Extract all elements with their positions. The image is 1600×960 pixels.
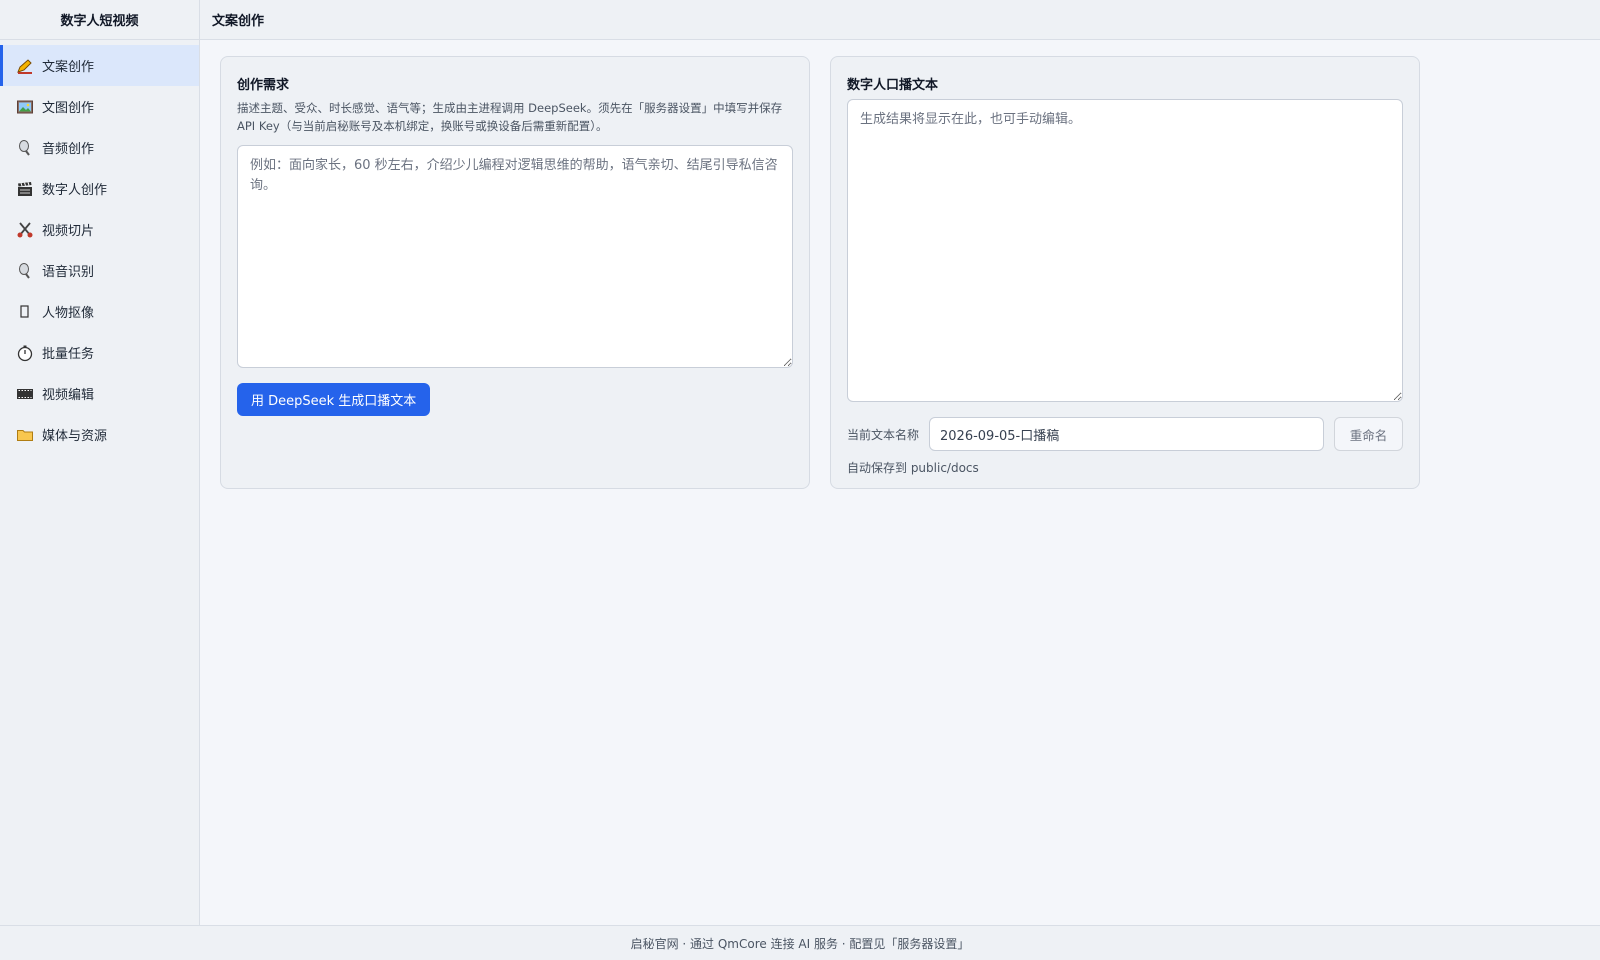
page-title: 文案创作	[200, 0, 1600, 40]
app-window: 数字人短视频 文案创作 文图创作 音频创作 数字人创作 视频切片 语音识别 人物…	[0, 0, 1600, 960]
doc-name-input[interactable]	[929, 417, 1324, 451]
sidebar-item-video-clip[interactable]: 视频切片	[0, 209, 199, 250]
sidebar-item-label: 数字人创作	[42, 183, 108, 198]
sidebar-item-video-edit[interactable]: 视频编辑	[0, 373, 199, 414]
sidebar-item-copywriting[interactable]: 文案创作	[0, 45, 199, 86]
sidebar-item-label: 人物抠像	[42, 306, 95, 321]
sidebar-item-label: 批量任务	[42, 347, 95, 362]
sidebar-item-label: 媒体与资源	[42, 429, 108, 444]
scissors-icon	[16, 221, 34, 239]
picture-icon	[16, 98, 34, 116]
sidebar-item-image-text[interactable]: 文图创作	[0, 86, 199, 127]
film-strip-icon	[16, 385, 34, 403]
sidebar-item-label: 语音识别	[42, 265, 95, 280]
doc-name-label: 当前文本名称	[847, 428, 920, 442]
sidebar-item-media[interactable]: 媒体与资源	[0, 414, 199, 455]
footer-text: 启秘官网 · 通过 QmCore 连接 AI 服务 · 配置见「服务器设置」	[630, 936, 970, 951]
microphone-icon	[16, 139, 34, 157]
sidebar: 数字人短视频 文案创作 文图创作 音频创作 数字人创作 视频切片 语音识别 人物…	[0, 0, 200, 925]
app-title: 数字人短视频	[0, 0, 199, 40]
rename-button[interactable]: 重命名	[1334, 417, 1403, 451]
request-panel: 创作需求 描述主题、受众、时长感觉、语气等；生成由主进程调用 DeepSeek。…	[220, 56, 810, 489]
sidebar-item-label: 文案创作	[42, 60, 95, 75]
script-panel: 数字人口播文本 当前文本名称 重命名 自动保存到 public/docs	[830, 56, 1420, 489]
request-panel-title: 创作需求	[237, 78, 290, 93]
generate-button[interactable]: 用 DeepSeek 生成口播文本	[237, 383, 431, 416]
sidebar-item-batch[interactable]: 批量任务	[0, 332, 199, 373]
sidebar-item-speech-recognition[interactable]: 语音识别	[0, 250, 199, 291]
script-output-editor[interactable]	[847, 99, 1403, 402]
rectangle-icon	[16, 303, 34, 321]
sidebar-item-matting[interactable]: 人物抠像	[0, 291, 199, 332]
script-panel-title: 数字人口播文本	[847, 78, 939, 93]
footer: 启秘官网 · 通过 QmCore 连接 AI 服务 · 配置见「服务器设置」	[0, 925, 1600, 960]
autosave-hint: 自动保存到 public/docs	[847, 461, 979, 475]
sidebar-item-label: 文图创作	[42, 101, 95, 116]
sidebar-item-audio[interactable]: 音频创作	[0, 127, 199, 168]
stopwatch-icon	[16, 344, 34, 362]
sidebar-item-digital-human[interactable]: 数字人创作	[0, 168, 199, 209]
request-panel-description: 描述主题、受众、时长感觉、语气等；生成由主进程调用 DeepSeek。须先在「服…	[237, 101, 783, 133]
microphone-icon	[16, 262, 34, 280]
sidebar-item-label: 视频切片	[42, 224, 95, 239]
folder-icon	[16, 426, 34, 444]
sidebar-nav: 文案创作 文图创作 音频创作 数字人创作 视频切片 语音识别 人物抠像 批量任务…	[0, 45, 199, 455]
pencil-icon	[16, 57, 34, 75]
sidebar-item-label: 音频创作	[42, 142, 95, 157]
clapperboard-icon	[16, 180, 34, 198]
request-input[interactable]	[237, 145, 793, 368]
sidebar-item-label: 视频编辑	[42, 388, 95, 403]
